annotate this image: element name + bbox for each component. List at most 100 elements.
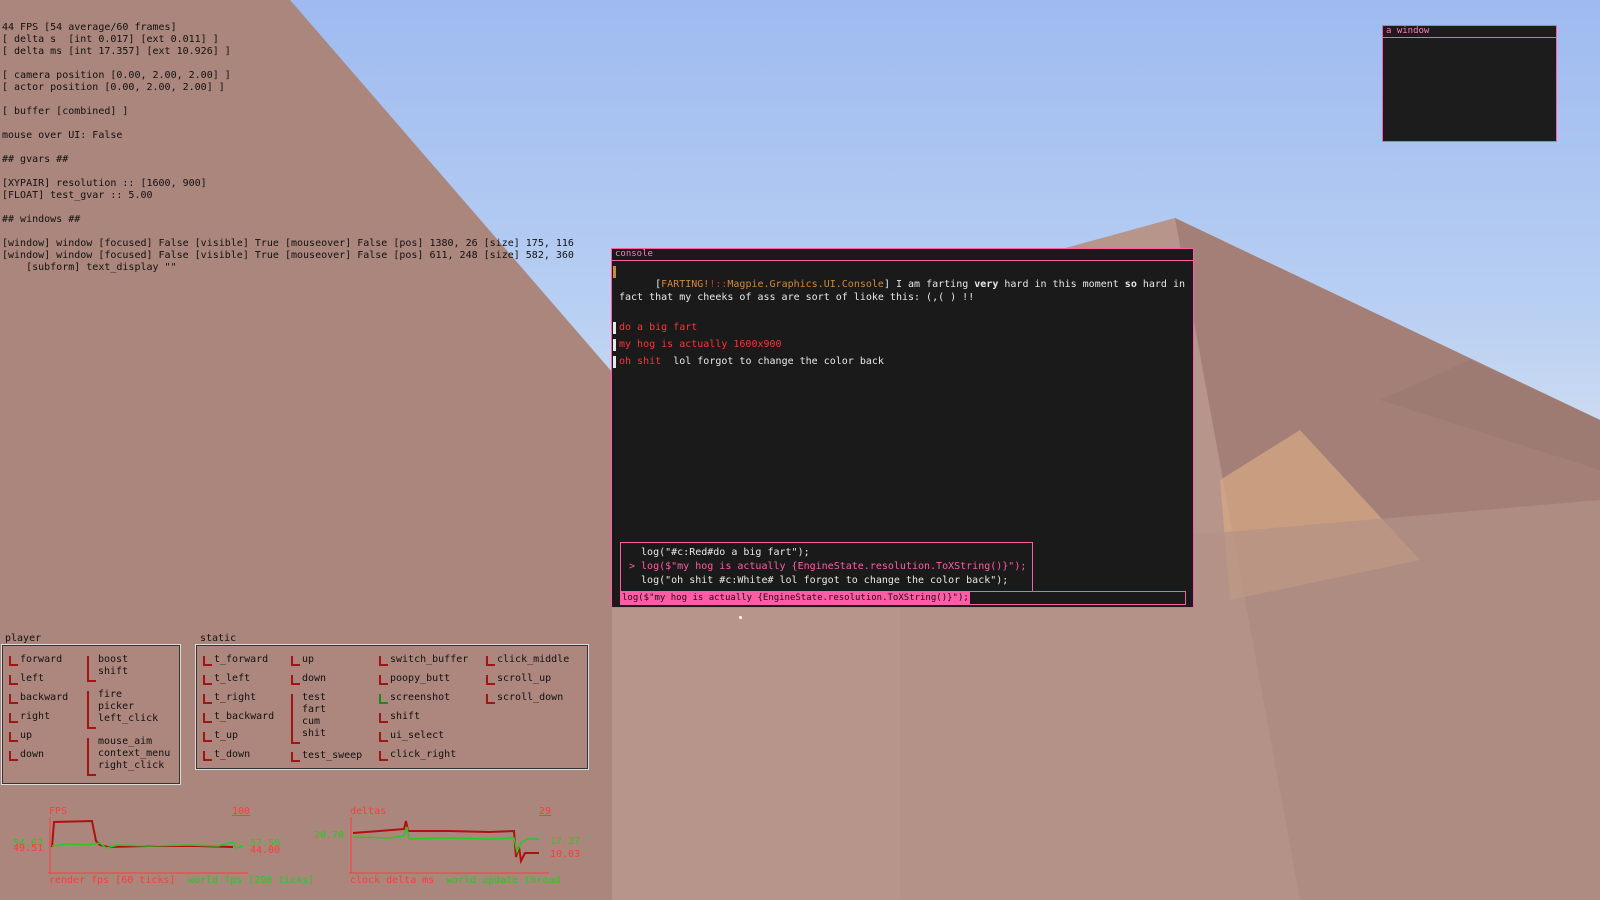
fps-graph [48, 817, 248, 874]
key-right: right [7, 711, 50, 723]
key-down: down [7, 749, 44, 761]
small-window[interactable]: a window [1382, 25, 1557, 142]
debug-line: [ delta ms [int 17.357] [ext 10.926] ] [2, 46, 231, 57]
log-tag-sep: !:: [709, 279, 728, 290]
debug-line: ## gvars ## [2, 154, 69, 165]
debug-line: [ delta s [int 0.017] [ext 0.011] ] [2, 34, 219, 45]
debug-line [2, 94, 574, 106]
key-forward: forward [7, 654, 62, 666]
fps-graph-title: FPS [49, 806, 68, 817]
console-log: [FARTING!!::Magpie.Graphics.UI.Console] … [612, 261, 1193, 370]
debug-overlay: 44 FPS [54 average/60 frames][ delta s [… [2, 22, 574, 274]
key-poopy-butt: poopy_butt [377, 673, 450, 685]
console-window[interactable]: console [FARTING!!::Magpie.Graphics.UI.C… [611, 248, 1194, 608]
log-text: do a big fart [619, 322, 698, 333]
history-item[interactable]: log("#c:Red#do a big fart"); [621, 546, 1032, 560]
log-text: lol forgot to change the color back [661, 356, 884, 367]
key-screenshot: screenshot [377, 692, 450, 704]
fps-left-value-2: 49.51 [13, 843, 44, 854]
key-t-right: t_right [201, 692, 256, 704]
debug-line: [FLOAT] test_gvar :: 5.00 [2, 190, 153, 201]
log-tag-source: Magpie.Graphics.UI.Console [727, 279, 884, 290]
log-tag-farting: FARTING! [661, 279, 710, 290]
key-test-sweep: test_sweep [289, 750, 362, 762]
player-panel-title: player [5, 633, 42, 644]
console-input[interactable]: log($"my hog is actually {EngineState.re… [620, 591, 1186, 605]
key-t-left: t_left [201, 673, 250, 685]
history-item-selected[interactable]: > log($"my hog is actually {EngineState.… [621, 560, 1032, 574]
log-text: I am farting [889, 279, 975, 290]
key-up: up [289, 654, 314, 666]
log-line: do a big fart [612, 319, 1193, 336]
delta-footer-world: world update thread [446, 875, 561, 886]
mouse-cursor-icon [739, 616, 742, 619]
debug-line [2, 226, 574, 238]
debug-line [2, 202, 574, 214]
key-down: down [289, 673, 326, 685]
fps-footer-render: render fps [60 ticks] [49, 875, 176, 886]
debug-line [2, 166, 574, 178]
debug-line [2, 142, 574, 154]
fps-right-value-2: 44.00 [250, 845, 281, 856]
log-marker [613, 322, 616, 334]
history-item[interactable]: log("oh shit #c:White# lol forgot to cha… [621, 574, 1032, 588]
log-marker [613, 266, 616, 278]
debug-line: [ buffer [combined] ] [2, 106, 129, 117]
debug-line: mouse over UI: False [2, 130, 123, 141]
key-mouse-aim: mouse_aim context_menu right_click [85, 736, 170, 776]
delta-graph-title: deltas [350, 806, 387, 817]
log-bold: very [974, 279, 999, 290]
debug-line: [ camera position [0.00, 2.00, 2.00] ] [2, 70, 231, 81]
log-marker [613, 356, 616, 368]
key-fire: fire picker left_click [85, 689, 158, 729]
delta-right-value-1: 17.37 [550, 836, 581, 847]
small-window-title: a window [1383, 26, 1556, 38]
key-t-forward: t_forward [201, 654, 268, 666]
key-t-backward: t_backward [201, 711, 274, 723]
delta-graph-max: 29 [539, 806, 552, 817]
key-boost: boost shift [85, 654, 128, 682]
console-title: console [612, 249, 1193, 261]
delta-graph [349, 817, 549, 874]
delta-left-value: 20.70 [314, 830, 345, 841]
key-scroll-up: scroll_up [484, 673, 551, 685]
log-line: my hog is actually 1600x900 [612, 336, 1193, 353]
log-text: my hog is actually 1600x900 [619, 339, 782, 350]
command-history[interactable]: log("#c:Red#do a big fart"); > log($"my … [620, 542, 1033, 593]
debug-line: [subform] text_display "" [2, 262, 177, 273]
key-left: left [7, 673, 44, 685]
static-panel-title: static [200, 633, 237, 644]
fps-graph-max: 100 [232, 806, 251, 817]
key-shift: shift [377, 711, 420, 723]
debug-line [2, 58, 574, 70]
player-panel: forward left backward right up down boos… [1, 644, 181, 785]
log-text: hard in this moment [998, 279, 1125, 290]
log-marker [613, 339, 616, 351]
log-bold: so [1124, 279, 1137, 290]
debug-line: 44 FPS [54 average/60 frames] [2, 22, 177, 33]
debug-line: [window] window [focused] False [visible… [2, 250, 574, 261]
key-test: test fart cum shit [289, 692, 326, 744]
log-line: [FARTING!!::Magpie.Graphics.UI.Console] … [612, 263, 1193, 319]
key-switch-buffer: switch_buffer [377, 654, 468, 666]
debug-line [2, 118, 574, 130]
key-click-middle: click_middle [484, 654, 569, 666]
console-input-value[interactable]: log($"my hog is actually {EngineState.re… [621, 592, 970, 604]
log-line: oh shit lol forgot to change the color b… [612, 353, 1193, 370]
debug-line: [window] window [focused] False [visible… [2, 238, 574, 249]
log-text: oh shit [619, 356, 662, 367]
debug-line: [XYPAIR] resolution :: [1600, 900] [2, 178, 207, 189]
static-panel: t_forward t_left t_right t_backward t_up… [195, 644, 589, 770]
delta-right-value-2: 10.03 [550, 849, 581, 860]
key-click-right: click_right [377, 749, 456, 761]
debug-line: ## windows ## [2, 214, 81, 225]
key-backward: backward [7, 692, 68, 704]
key-t-down: t_down [201, 749, 250, 761]
key-t-up: t_up [201, 730, 238, 742]
key-up: up [7, 730, 32, 742]
key-ui-select: ui_select [377, 730, 444, 742]
fps-footer-world: world fps [290 ticks] [188, 875, 315, 886]
delta-footer-clock: clock delta ms [350, 875, 435, 886]
key-scroll-down: scroll_down [484, 692, 563, 704]
debug-line: [ actor position [0.00, 2.00, 2.00] ] [2, 82, 225, 93]
